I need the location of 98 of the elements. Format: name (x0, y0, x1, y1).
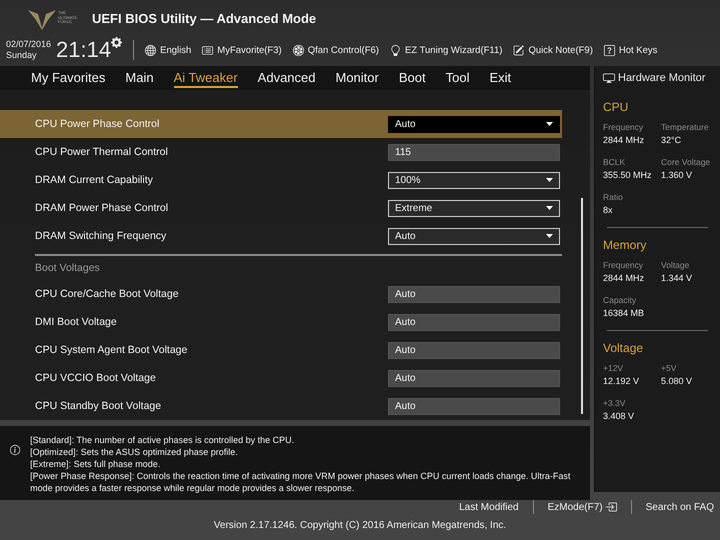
help-text: [Extreme]: Sets full phase mode. (30, 458, 162, 470)
setting-label: CPU Standby Boot Voltage (35, 400, 162, 412)
setting-row[interactable]: CPU VCCIO Boot Voltage Auto (0, 364, 562, 392)
reading-value: 2844 MHz (603, 135, 646, 145)
menu-tab[interactable]: Boot (398, 68, 426, 88)
setting-label: CPU Power Thermal Control (35, 146, 168, 158)
dropdown[interactable]: Auto (388, 228, 560, 244)
section-title: Voltage (603, 341, 644, 355)
menu-tab[interactable]: Advanced (258, 68, 316, 88)
menu-tab[interactable]: Exit (489, 68, 512, 88)
toolbar-button[interactable]: Hot Keys (604, 44, 658, 56)
reading-label: BCLK (603, 157, 626, 167)
toolbar-button[interactable]: EZ Tuning Wizard(F11) (390, 44, 502, 56)
caret-icon (546, 206, 553, 210)
menu-tab[interactable]: My Favorites (31, 68, 106, 88)
setting-label: CPU Core/Cache Boot Voltage (35, 288, 179, 300)
menu-tab[interactable]: Tool (446, 68, 470, 88)
exit-icon (604, 501, 617, 513)
setting-row[interactable]: CPU Power Thermal Control 115 (0, 138, 562, 166)
weekday: Sunday (6, 50, 38, 61)
fan-icon (292, 44, 304, 56)
setting-label: DMI Boot Voltage (35, 316, 117, 328)
reading-label: Capacity (603, 295, 638, 305)
monitor-icon (603, 72, 615, 84)
reading-label: Voltage (661, 260, 690, 270)
value-field[interactable]: Auto (388, 286, 560, 302)
dropdown[interactable]: Auto (388, 116, 560, 132)
reading-label: Frequency (603, 260, 644, 270)
section-heading: Boot Voltages (35, 262, 100, 274)
footer-link[interactable]: Search on FAQ (646, 502, 714, 512)
caret-icon (546, 234, 553, 238)
reading-value: 3.408 V (603, 411, 636, 421)
setting-row[interactable]: CPU System Agent Boot Voltage Auto (0, 336, 562, 364)
toolbar-button[interactable]: Quick Note(F9) (513, 44, 593, 56)
setting-label: CPU VCCIO Boot Voltage (35, 372, 156, 384)
version-text: Version 2.17.1246. Copyright (C) 2016 American Megatrends, Inc. (214, 520, 506, 531)
reading-label: Frequency (603, 122, 644, 132)
reading-value: 12.192 V (603, 376, 640, 386)
window-title: UEFI BIOS Utility — Advanced Mode (92, 10, 316, 26)
reading-label: Core Voltage (661, 157, 712, 167)
setting-label: CPU Power Phase Control (35, 118, 160, 130)
reading-label: +3.3V (603, 398, 626, 408)
list-icon (202, 44, 214, 56)
setting-label: DRAM Power Phase Control (35, 202, 168, 214)
info-icon (10, 442, 20, 458)
menu-tab[interactable]: Monitor (336, 68, 379, 88)
setting-row[interactable]: CPU Core/Cache Boot Voltage Auto (0, 280, 562, 308)
dropdown[interactable]: 100% (388, 172, 560, 188)
help-text: [Power Phase Response]: Controls the reaction time of activating more VRM power phases when CPU current loads change. Ultra-Fast mode provides a faster response while regular mode provides a slower response. (30, 470, 572, 494)
setting-row[interactable]: DRAM Switching Frequency Auto (0, 222, 562, 250)
reading-value: 16384 MB (603, 308, 646, 318)
setting-row[interactable]: DMI Boot Voltage Auto (0, 308, 562, 336)
panel-title: Hardware Monitor (618, 72, 706, 84)
dropdown[interactable]: Extreme (388, 200, 560, 216)
setting-row[interactable]: DRAM Current Capability 100% (0, 166, 562, 194)
help-icon (604, 44, 615, 56)
toolbar-button[interactable]: English (145, 44, 192, 56)
reading-value: 2844 MHz (603, 273, 646, 283)
reading-value: 32°C (661, 135, 682, 145)
settings-icon[interactable] (111, 37, 122, 48)
section-title: CPU (603, 100, 630, 114)
selected-setting-row[interactable]: CPU Power Phase Control Auto (0, 110, 562, 138)
caret-icon (546, 122, 553, 126)
value-field[interactable]: Auto (388, 398, 560, 414)
setting-label: DRAM Switching Frequency (35, 230, 166, 242)
section-title: Memory (603, 238, 648, 252)
setting-label: DRAM Current Capability (35, 174, 153, 186)
setting-row[interactable]: DRAM Power Phase Control Extreme (0, 194, 562, 222)
help-text: [Standard]: The number of active phases is controlled by the CPU. (30, 434, 296, 446)
setting-row[interactable]: CPU Standby Boot Voltage Auto (0, 392, 562, 420)
menu-tab[interactable]: Main (125, 68, 154, 88)
reading-label: +5V (661, 363, 678, 373)
reading-label: +12V (603, 363, 624, 373)
footer-link[interactable]: Last Modified (459, 502, 519, 512)
reading-value: 1.344 V (661, 273, 694, 283)
reading-value: 8x (603, 205, 614, 215)
globe-icon (145, 44, 156, 56)
reading-value: 355.50 MHz (603, 170, 653, 180)
toolbar-button[interactable]: MyFavorite(F3) (202, 44, 282, 56)
menu-tab[interactable]: Ai Tweaker (174, 68, 238, 88)
toolbar-button[interactable]: Qfan Control(F6) (292, 44, 379, 56)
footer-link[interactable]: EzMode(F7) (548, 501, 617, 513)
note-icon (513, 44, 524, 56)
help-text: [Optimized]: Sets the ASUS optimized phase profile. (30, 446, 239, 458)
setting-label: CPU System Agent Boot Voltage (35, 344, 188, 356)
scrollbar[interactable] (581, 198, 583, 414)
value-field[interactable]: Auto (388, 342, 560, 358)
caret-icon (546, 178, 553, 182)
reading-label: Temperature (661, 122, 710, 132)
reading-value: 1.360 V (661, 170, 694, 180)
clock-time: 21:14 (56, 37, 112, 63)
value-field[interactable]: 115 (388, 144, 560, 160)
date: 02/07/2016 (6, 39, 52, 50)
reading-value: 5.080 V (661, 376, 694, 386)
value-field[interactable]: Auto (388, 314, 560, 330)
value-field[interactable]: Auto (388, 370, 560, 386)
bulb-icon (390, 44, 401, 56)
reading-label: Ratio (603, 192, 624, 202)
